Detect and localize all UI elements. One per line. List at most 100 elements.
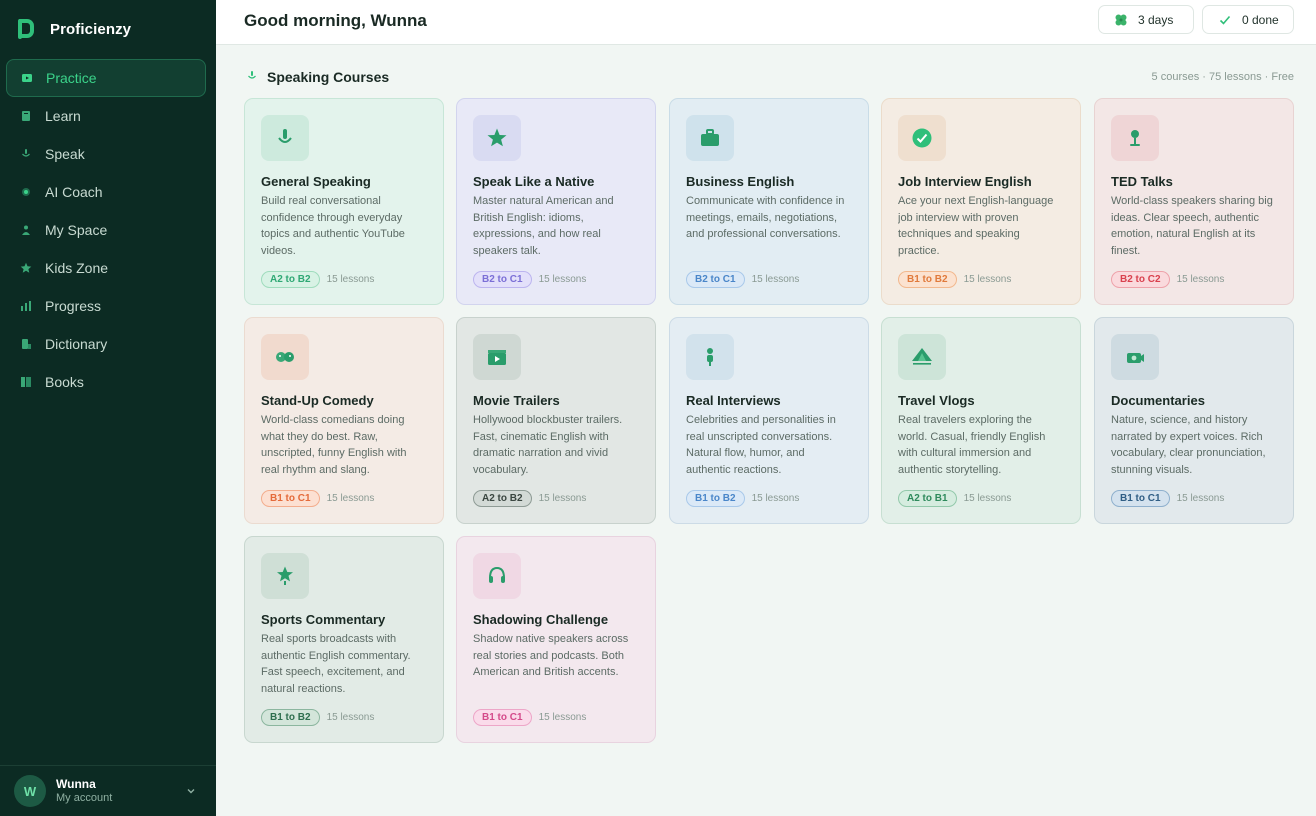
- sidebar-item-label: Practice: [46, 70, 97, 86]
- sidebar-nav: Practice Learn Speak AI Coach My Space K…: [6, 59, 206, 401]
- top-header: Good morning, Wunna 3 days 0 done: [216, 0, 1316, 45]
- course-title: TED Talks: [1111, 174, 1173, 189]
- person-icon: [20, 224, 32, 236]
- mic-icon: [20, 148, 32, 160]
- level-badge: B1 to B2: [898, 271, 957, 288]
- lesson-count: 15 lessons: [963, 274, 1012, 285]
- chevron-down-icon: [187, 789, 195, 794]
- sidebar-item-speak[interactable]: Speak: [6, 135, 206, 173]
- lesson-count: 15 lessons: [538, 274, 587, 285]
- done-label: 0 done: [1242, 12, 1279, 27]
- done-badge[interactable]: 0 done: [1202, 5, 1294, 34]
- level-badge: B2 to C1: [473, 271, 532, 288]
- level-badge: A2 to B2: [473, 490, 532, 507]
- course-card-travel-vlogs[interactable]: Travel Vlogs Real travelers exploring th…: [881, 317, 1081, 524]
- trophy-icon: [261, 553, 309, 599]
- clover-icon: [1113, 12, 1129, 28]
- course-card-movie-trailers[interactable]: Movie Trailers Hollywood blockbuster tra…: [456, 317, 656, 524]
- sidebar-item-progress[interactable]: Progress: [6, 287, 206, 325]
- lesson-count: 15 lessons: [326, 493, 375, 504]
- course-description: Ace your next English-language job inter…: [898, 195, 1054, 257]
- level-badge: B1 to B2: [686, 490, 745, 507]
- course-description: Hollywood blockbuster trailers. Fast, ci…: [473, 414, 623, 476]
- page-title: Good morning, Wunna: [244, 11, 427, 30]
- sidebar-item-books[interactable]: Books: [6, 363, 206, 401]
- mic-icon: [248, 71, 256, 79]
- course-card-speak-like-a-native[interactable]: Speak Like a Native Master natural Ameri…: [456, 98, 656, 305]
- course-description: Nature, science, and history narrated by…: [1111, 414, 1266, 476]
- course-card-sports-commentary[interactable]: Sports Commentary Real sports broadcasts…: [244, 536, 444, 743]
- level-badge: B2 to C1: [686, 271, 745, 288]
- sidebar-item-label: My Space: [45, 222, 108, 238]
- check-icon: [1217, 12, 1233, 28]
- sidebar-item-label: AI Coach: [45, 184, 103, 200]
- check-circle-icon: [898, 115, 946, 161]
- speaker-icon: [1111, 115, 1159, 161]
- section-meta: 5 courses · 75 lessons · Free: [1151, 71, 1294, 83]
- account-text: Wunna My account: [56, 776, 113, 804]
- course-title: Movie Trailers: [473, 393, 560, 408]
- comedy-icon: [261, 334, 309, 380]
- lesson-count: 15 lessons: [538, 493, 587, 504]
- course-description: Master natural American and British Engl…: [473, 195, 614, 257]
- sidebar-item-practice[interactable]: Practice: [6, 59, 206, 97]
- account-name: Wunna: [56, 776, 96, 791]
- sidebar-item-label: Speak: [45, 146, 85, 162]
- streak-label: 3 days: [1138, 12, 1174, 27]
- section-header: Speaking Courses 5 courses · 75 lessons …: [244, 68, 1294, 88]
- course-title: Sports Commentary: [261, 612, 386, 627]
- course-title: Travel Vlogs: [898, 393, 975, 408]
- sidebar: Proficienzy Practice Learn Speak AI Coac…: [0, 0, 216, 816]
- lesson-count: 15 lessons: [1176, 493, 1225, 504]
- sidebar-item-my-space[interactable]: My Space: [6, 211, 206, 249]
- level-badge: A2 to B1: [898, 490, 957, 507]
- coach-icon: [20, 186, 32, 198]
- sidebar-item-learn[interactable]: Learn: [6, 97, 206, 135]
- section-title: Speaking Courses: [267, 69, 390, 85]
- sidebar-item-ai-coach[interactable]: AI Coach: [6, 173, 206, 211]
- course-description: World-class comedians doing what they do…: [261, 414, 407, 476]
- lesson-count: 15 lessons: [326, 712, 375, 723]
- lesson-count: 15 lessons: [751, 493, 800, 504]
- level-badge: B1 to C1: [261, 490, 320, 507]
- logo-icon: [16, 18, 34, 40]
- sidebar-item-kids-zone[interactable]: Kids Zone: [6, 249, 206, 287]
- course-description: Build real conversational confidence thr…: [261, 195, 405, 257]
- brand-logo[interactable]: Proficienzy: [16, 16, 131, 42]
- streak-badge[interactable]: 3 days: [1098, 5, 1194, 34]
- practice-icon: [21, 72, 33, 84]
- dictionary-icon: [20, 338, 32, 350]
- course-card-shadowing-challenge[interactable]: Shadowing Challenge Shadow native speake…: [456, 536, 656, 743]
- account-subtitle: My account: [56, 791, 113, 804]
- briefcase-icon: [686, 115, 734, 161]
- star-icon: [20, 262, 32, 274]
- course-title: Stand-Up Comedy: [261, 393, 374, 408]
- book-icon: [20, 110, 32, 122]
- course-card-documentaries[interactable]: Documentaries Nature, science, and histo…: [1094, 317, 1294, 524]
- sidebar-item-dictionary[interactable]: Dictionary: [6, 325, 206, 363]
- sidebar-item-label: Progress: [45, 298, 102, 314]
- course-title: General Speaking: [261, 174, 371, 189]
- course-description: Shadow native speakers across real stori…: [473, 633, 629, 678]
- level-badge: B1 to C1: [1111, 490, 1170, 507]
- level-badge: A2 to B2: [261, 271, 320, 288]
- course-description: Real sports broadcasts with authentic En…: [261, 633, 411, 695]
- course-title: Job Interview English: [898, 174, 1032, 189]
- course-title: Business English: [686, 174, 795, 189]
- level-badge: B2 to C2: [1111, 271, 1170, 288]
- lesson-count: 15 lessons: [751, 274, 800, 285]
- course-card-real-interviews[interactable]: Real Interviews Celebrities and personal…: [669, 317, 869, 524]
- course-card-stand-up-comedy[interactable]: Stand-Up Comedy World-class comedians do…: [244, 317, 444, 524]
- course-card-general-speaking[interactable]: General Speaking Build real conversation…: [244, 98, 444, 305]
- lesson-count: 15 lessons: [538, 712, 587, 723]
- lesson-count: 15 lessons: [1176, 274, 1225, 285]
- course-card-ted-talks[interactable]: TED Talks World-class speakers sharing b…: [1094, 98, 1294, 305]
- account-menu[interactable]: W Wunna My account: [0, 765, 216, 816]
- course-card-job-interview-english[interactable]: Job Interview English Ace your next Engl…: [881, 98, 1081, 305]
- course-description: Real travelers exploring the world. Casu…: [898, 414, 1046, 476]
- sidebar-item-label: Dictionary: [45, 336, 108, 352]
- books-icon: [20, 376, 32, 388]
- course-card-business-english[interactable]: Business English Communicate with confid…: [669, 98, 869, 305]
- sidebar-item-label: Kids Zone: [45, 260, 109, 276]
- person-mic-icon: [686, 334, 734, 380]
